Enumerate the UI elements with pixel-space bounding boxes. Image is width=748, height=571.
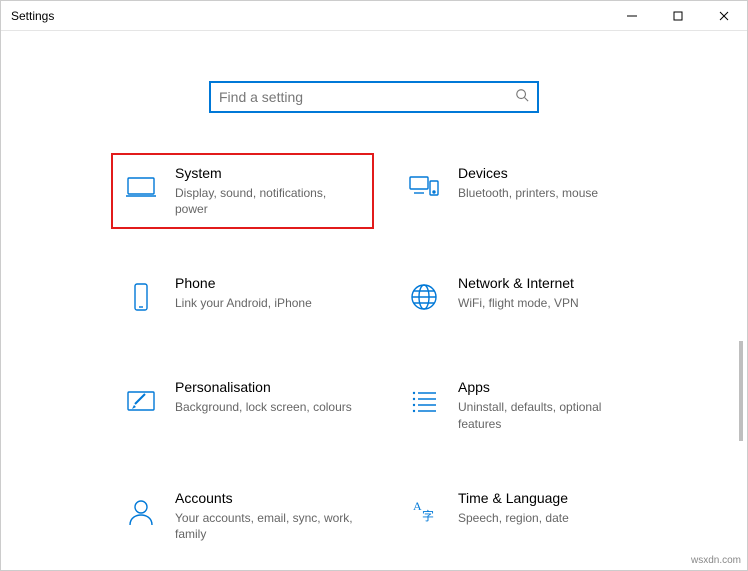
tile-time-language[interactable]: A 字 Time & Language Speech, region, date xyxy=(394,478,657,554)
tile-subtitle: Display, sound, notifications, power xyxy=(175,185,355,217)
search-box[interactable] xyxy=(209,81,539,113)
tile-subtitle: Your accounts, email, sync, work, family xyxy=(175,510,355,542)
personalisation-icon xyxy=(121,381,161,421)
tile-devices[interactable]: Devices Bluetooth, printers, mouse xyxy=(394,153,657,229)
devices-icon xyxy=(404,167,444,207)
tile-title: System xyxy=(175,165,364,181)
settings-grid: System Display, sound, notifications, po… xyxy=(1,153,747,554)
tile-title: Apps xyxy=(458,379,647,395)
maximize-button[interactable] xyxy=(655,1,701,31)
tile-subtitle: Background, lock screen, colours xyxy=(175,399,355,415)
tile-subtitle: Uninstall, defaults, optional features xyxy=(458,399,638,431)
apps-icon xyxy=(404,381,444,421)
tile-subtitle: Bluetooth, printers, mouse xyxy=(458,185,638,201)
search-icon xyxy=(515,88,529,107)
network-icon xyxy=(404,277,444,317)
search-input[interactable] xyxy=(219,89,515,105)
tile-title: Accounts xyxy=(175,490,364,506)
tile-network[interactable]: Network & Internet WiFi, flight mode, VP… xyxy=(394,263,657,333)
tile-subtitle: Link your Android, iPhone xyxy=(175,295,355,311)
tile-title: Time & Language xyxy=(458,490,647,506)
tile-title: Network & Internet xyxy=(458,275,647,291)
maximize-icon xyxy=(673,11,683,21)
tile-subtitle: WiFi, flight mode, VPN xyxy=(458,295,638,311)
tile-accounts[interactable]: Accounts Your accounts, email, sync, wor… xyxy=(111,478,374,554)
window-title: Settings xyxy=(11,9,54,23)
phone-icon xyxy=(121,277,161,317)
tile-system[interactable]: System Display, sound, notifications, po… xyxy=(111,153,374,229)
tile-title: Devices xyxy=(458,165,647,181)
system-icon xyxy=(121,167,161,207)
tile-apps[interactable]: Apps Uninstall, defaults, optional featu… xyxy=(394,367,657,443)
watermark: wsxdn.com xyxy=(691,555,741,566)
tile-phone[interactable]: Phone Link your Android, iPhone xyxy=(111,263,374,333)
svg-text:A: A xyxy=(413,499,422,513)
header-area xyxy=(1,31,747,41)
close-icon xyxy=(719,11,729,21)
close-button[interactable] xyxy=(701,1,747,31)
titlebar: Settings xyxy=(1,1,747,31)
svg-text:字: 字 xyxy=(422,508,434,523)
time-language-icon: A 字 xyxy=(404,492,444,532)
minimize-icon xyxy=(627,11,637,21)
tile-title: Phone xyxy=(175,275,364,291)
tile-title: Personalisation xyxy=(175,379,364,395)
scrollbar[interactable] xyxy=(731,41,745,550)
tile-personalisation[interactable]: Personalisation Background, lock screen,… xyxy=(111,367,374,443)
accounts-icon xyxy=(121,492,161,532)
tile-subtitle: Speech, region, date xyxy=(458,510,638,526)
search-row xyxy=(1,81,747,113)
scrollbar-thumb[interactable] xyxy=(739,341,743,441)
minimize-button[interactable] xyxy=(609,1,655,31)
